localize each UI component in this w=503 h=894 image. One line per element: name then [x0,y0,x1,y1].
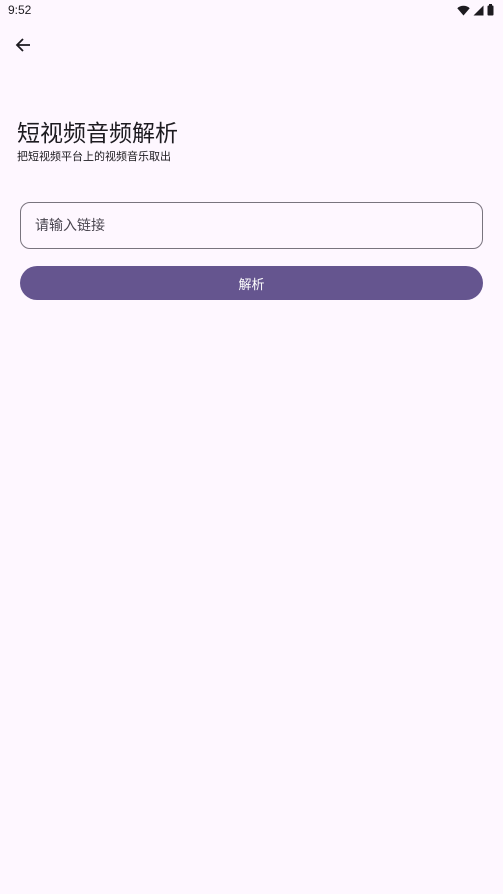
parse-button-label: 解析 [238,277,265,293]
arrow-back-icon [15,37,31,57]
page-subtitle: 把短视频平台上的视频音乐取出 [17,150,171,163]
status-time: 9:52 [8,3,32,17]
link-input[interactable] [21,203,482,248]
status-bar: 9:52 [0,0,503,22]
back-button[interactable] [11,35,35,59]
status-icons [457,4,494,16]
parse-button[interactable]: 解析 [20,266,483,300]
link-input-field [20,202,483,249]
wifi-icon [457,5,470,16]
signal-icon [473,5,484,16]
page-title: 短视频音频解析 [17,121,178,147]
battery-icon [487,4,494,16]
